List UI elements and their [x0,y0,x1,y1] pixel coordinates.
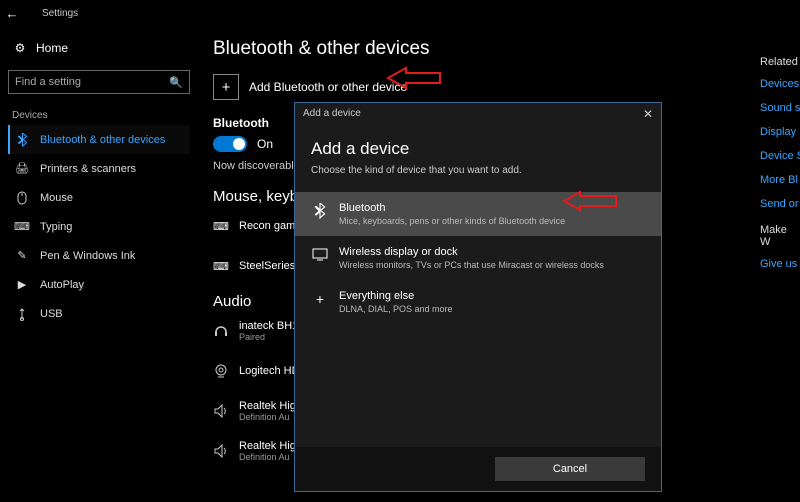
sidebar-home-label: Home [36,41,68,55]
printer-icon: 🖨 [14,162,30,175]
related-link[interactable]: Send or [760,198,800,210]
dialog-option-bluetooth[interactable]: Bluetooth Mice, keyboards, pens or other… [295,192,661,236]
related-link[interactable]: Give us [760,258,800,270]
sidebar-item-usb[interactable]: USB [8,299,190,328]
option-title: Wireless display or dock [339,246,604,258]
related-link[interactable]: Device S [760,150,800,162]
device-name: Logitech HD [239,365,300,377]
window-topbar: ← Settings [0,4,78,22]
pen-icon: ✎ [14,249,30,262]
sidebar-item-label: Pen & Windows Ink [40,250,135,262]
dialog-heading: Add a device [311,139,645,159]
bluetooth-toggle[interactable] [213,136,247,152]
option-sub: DLNA, DIAL, POS and more [339,304,453,314]
speaker-icon [213,403,229,419]
bluetooth-state: On [257,137,273,151]
option-sub: Mice, keyboards, pens or other kinds of … [339,216,565,226]
sidebar-section-label: Devices [12,110,190,121]
sidebar-item-label: Bluetooth & other devices [40,134,165,146]
sidebar-item-label: Printers & scanners [40,163,136,175]
sidebar-item-bluetooth[interactable]: Bluetooth & other devices [8,125,190,154]
plus-icon: + [213,74,239,100]
dialog-titlebar: Add a device ✕ [295,103,661,125]
sidebar-item-label: AutoPlay [40,279,84,291]
usb-icon [14,307,30,321]
sidebar: ⚙ Home Find a setting 🔍 Devices Bluetoot… [8,34,190,328]
related-link[interactable]: Devices [760,78,800,90]
device-sub: Definition Au [239,452,302,462]
add-device-label: Add Bluetooth or other device [249,80,407,94]
headset-icon [213,323,229,339]
sidebar-item-label: USB [40,308,63,320]
dialog-option-everything[interactable]: + Everything else DLNA, DIAL, POS and mo… [295,280,661,324]
webcam-icon [213,363,229,379]
page-title: Bluetooth & other devices [213,38,753,60]
sidebar-item-label: Typing [40,221,72,233]
keyboard-icon: ⌨ [213,220,229,233]
sidebar-item-printers[interactable]: 🖨 Printers & scanners [8,154,190,183]
keyboard-icon: ⌨ [213,260,229,273]
autoplay-icon: ▶ [14,278,30,291]
back-icon[interactable]: ← [0,6,24,21]
add-device-dialog: Add a device ✕ Add a device Choose the k… [294,102,662,492]
add-device-row[interactable]: + Add Bluetooth or other device [213,74,753,100]
related-link[interactable]: More Bl [760,174,800,186]
device-sub: Definition Au [239,412,302,422]
plus-icon: + [311,291,329,307]
dialog-footer: Cancel [295,447,661,491]
sidebar-item-label: Mouse [40,192,73,204]
related-header: Related [760,56,800,68]
close-icon[interactable]: ✕ [643,107,653,121]
dialog-bar-title: Add a device [303,108,361,119]
search-input[interactable]: Find a setting 🔍 [8,70,190,94]
search-icon: 🔍 [169,76,183,89]
cancel-label: Cancel [553,463,587,475]
search-placeholder: Find a setting [15,76,81,88]
sidebar-item-pen[interactable]: ✎ Pen & Windows Ink [8,241,190,270]
related-links: Related Devices Sound s Display Device S… [760,56,800,282]
gear-icon: ⚙ [12,41,28,55]
related-link[interactable]: Display [760,126,800,138]
dialog-option-wireless[interactable]: Wireless display or dock Wireless monito… [295,236,661,280]
monitor-icon [311,247,329,261]
option-sub: Wireless monitors, TVs or PCs that use M… [339,260,604,270]
option-title: Everything else [339,290,453,302]
sidebar-home[interactable]: ⚙ Home [8,34,190,62]
sidebar-item-mouse[interactable]: Mouse [8,183,190,212]
sidebar-item-typing[interactable]: ⌨ Typing [8,212,190,241]
keyboard-icon: ⌨ [14,220,30,233]
settings-window: ← Settings ⚙ Home Find a setting 🔍 Devic… [0,0,800,502]
sidebar-item-autoplay[interactable]: ▶ AutoPlay [8,270,190,299]
device-name: Realtek High [239,400,302,412]
speaker-icon [213,443,229,459]
related-link[interactable]: Sound s [760,102,800,114]
bluetooth-icon [311,203,329,219]
option-title: Bluetooth [339,202,565,214]
window-title: Settings [42,8,78,19]
device-name: Realtek High [239,440,302,452]
dialog-desc: Choose the kind of device that you want … [311,165,645,176]
related-header2: Make W [760,224,800,248]
cancel-button[interactable]: Cancel [495,457,645,481]
bluetooth-icon [14,133,30,147]
mouse-icon [14,191,30,205]
